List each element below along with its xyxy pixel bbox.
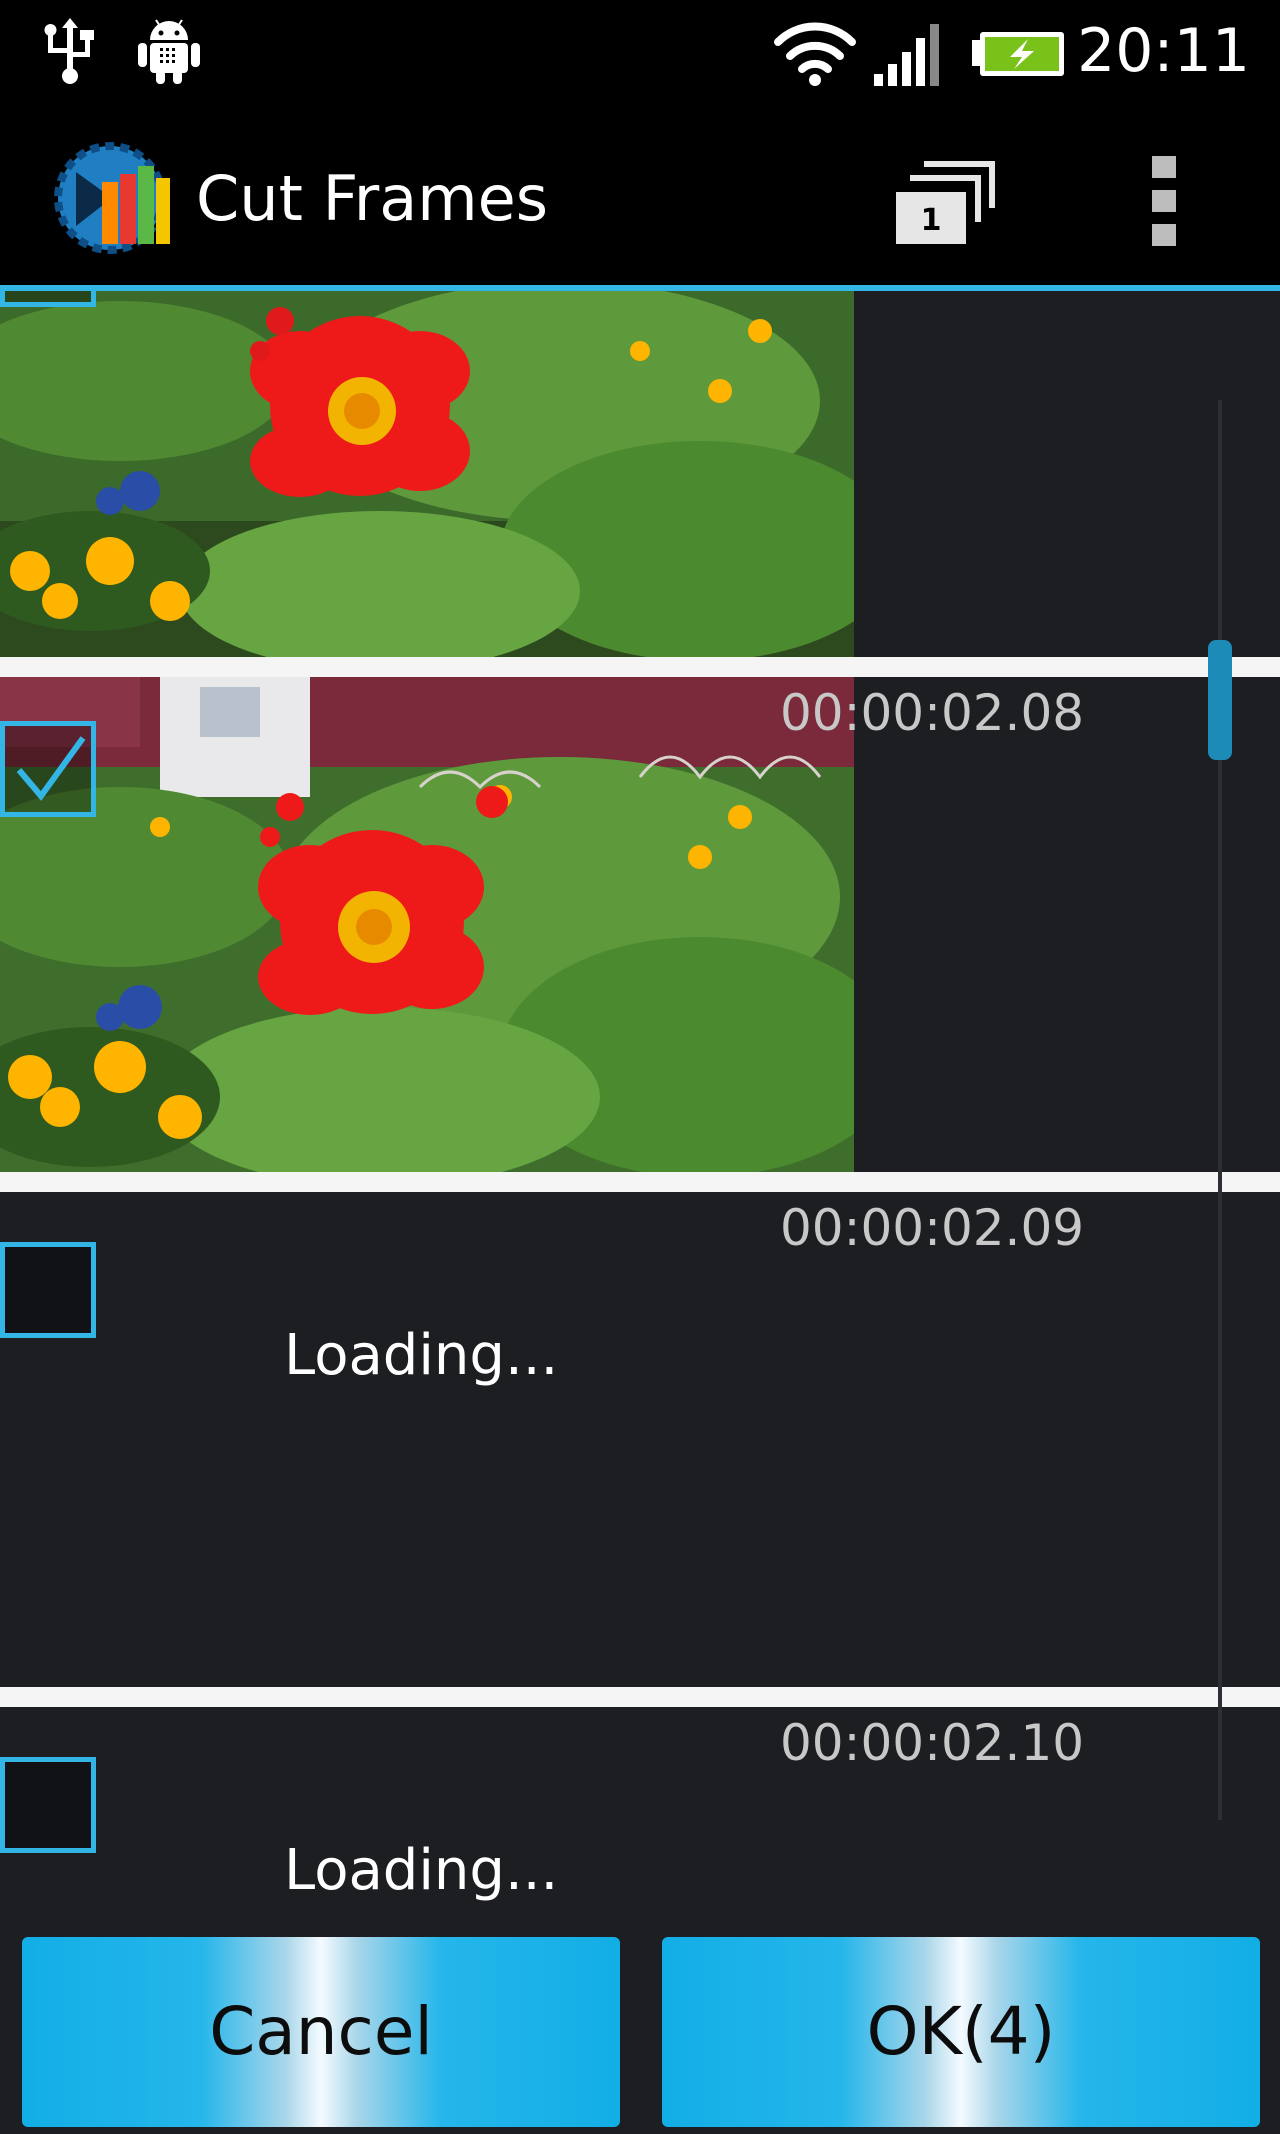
list-divider	[0, 657, 1280, 677]
action-bar: Cut Frames 1	[0, 102, 1280, 288]
wifi-icon	[774, 22, 856, 86]
page-title: Cut Frames	[196, 162, 549, 235]
frame-checkbox[interactable]	[0, 1757, 96, 1853]
frame-thumbnail	[0, 677, 854, 1172]
list-item[interactable]: 00:00:02.08	[0, 677, 1280, 1172]
frame-checkbox[interactable]	[0, 1242, 96, 1338]
loading-text: Loading...	[284, 1838, 559, 1903]
frame-timestamp: 00:00:02.09	[780, 1199, 1085, 1257]
frame-checkbox[interactable]	[0, 291, 96, 307]
list-item[interactable]: 00:00:02.10 Loading...	[0, 1707, 1280, 1931]
frames-counter-label: 1	[921, 203, 942, 238]
ok-button[interactable]: OK(4)	[662, 1937, 1260, 2127]
app-logo-icon[interactable]	[54, 142, 174, 254]
frames-counter-button[interactable]: 1	[880, 146, 1000, 250]
list-divider	[0, 1687, 1280, 1707]
list-item[interactable]: 00:00:02.09 Loading...	[0, 1192, 1280, 1687]
scrollbar-thumb[interactable]	[1208, 640, 1232, 760]
checkmark-icon	[11, 291, 89, 298]
android-debug-icon	[138, 19, 200, 84]
status-bar: 20:11	[0, 0, 1280, 102]
frames-list[interactable]: 00:00:02.08 00:00:02.09 Loading... 00:00…	[0, 291, 1280, 1931]
battery-charging-icon	[972, 32, 1064, 76]
frame-thumbnail	[0, 291, 854, 657]
scrollbar-track	[1218, 400, 1222, 1820]
usb-icon	[44, 18, 94, 84]
loading-text: Loading...	[284, 1323, 559, 1388]
checkmark-icon	[16, 736, 86, 801]
bottom-button-bar: Cancel OK(4)	[0, 1931, 1280, 2134]
list-item[interactable]	[0, 291, 1280, 657]
frame-timestamp: 00:00:02.10	[780, 1714, 1085, 1772]
cancel-button[interactable]: Cancel	[22, 1937, 620, 2127]
overflow-menu-icon[interactable]	[1146, 150, 1186, 250]
signal-icon	[874, 24, 939, 86]
frame-timestamp: 00:00:02.08	[780, 684, 1085, 742]
frame-checkbox[interactable]	[0, 721, 96, 817]
status-time: 20:11	[1077, 16, 1250, 86]
stacked-frames-icon: 1	[896, 161, 995, 244]
list-divider	[0, 1172, 1280, 1192]
